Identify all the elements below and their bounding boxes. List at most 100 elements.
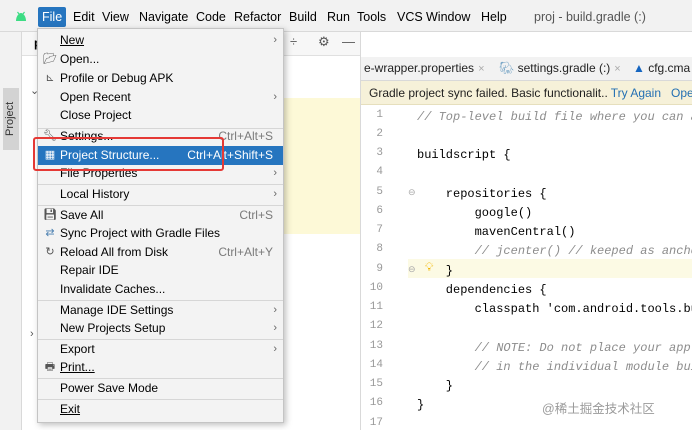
code-line: classpath 'com.android.tools.bu	[417, 302, 692, 316]
try-again-link[interactable]: Try Again	[611, 86, 661, 100]
menu-item-close-project[interactable]: Close Project	[38, 106, 283, 125]
folder-icon: 📂︎	[43, 53, 57, 65]
menu-item-new-projects-setup[interactable]: New Projects Setup ›	[38, 319, 283, 338]
line-number: 1	[376, 109, 383, 121]
cmake-triangle-icon: ▲	[633, 61, 649, 75]
code-line: }	[417, 379, 454, 393]
code-line: mavenCentral()	[417, 225, 576, 239]
tab-label: settings.gradle (:)	[517, 61, 611, 75]
code-line: }	[417, 398, 425, 412]
editor-area: e-wrapper.properties × 🐘︎ settings.gradle…	[360, 32, 692, 430]
tree-selection-area	[284, 98, 360, 234]
line-number: 6	[376, 205, 383, 217]
line-number: 16	[369, 397, 383, 409]
submenu-arrow-icon: ›	[273, 322, 277, 334]
line-number: 13	[369, 340, 383, 352]
menu-item-label: Open...	[60, 52, 100, 66]
minimize-icon[interactable]: —	[342, 34, 355, 49]
menu-item-power-save-mode[interactable]: Power Save Mode	[38, 379, 283, 398]
menu-item-label: Invalidate Caches...	[60, 282, 166, 296]
menu-help[interactable]: Help	[477, 9, 511, 25]
line-number: 11	[369, 301, 383, 313]
code-line: // NOTE: Do not place your appl	[417, 341, 692, 355]
gradle-elephant-icon: 🐘︎	[499, 61, 518, 75]
project-tool-tab-label: Project	[4, 101, 16, 137]
code-line: // Top-level build file where you can a	[417, 110, 692, 124]
menu-shortcut: Ctrl+S	[239, 208, 273, 222]
menu-item-sync-gradle[interactable]: ⇄ Sync Project with Gradle Files	[38, 224, 283, 243]
menu-item-export[interactable]: Export ›	[38, 340, 283, 359]
line-number: 2	[376, 128, 383, 140]
close-icon[interactable]: ×	[614, 63, 620, 75]
watermark: @稀土掘金技术社区	[542, 402, 655, 416]
line-number: 3	[376, 147, 383, 159]
open-link[interactable]: Open	[671, 86, 692, 100]
line-number: 14	[369, 359, 383, 371]
menu-item-exit[interactable]: Exit	[38, 400, 283, 419]
gradle-sync-icon: ⇄	[45, 227, 55, 239]
menu-tools[interactable]: Tools	[353, 9, 390, 25]
code-line: dependencies {	[417, 283, 547, 297]
menu-item-label: Sync Project with Gradle Files	[60, 226, 221, 240]
menu-item-label: Repair IDE	[60, 263, 119, 277]
menu-item-label: Local History	[60, 187, 130, 201]
menu-item-profile-debug-apk[interactable]: ⊾ Profile or Debug APK	[38, 69, 283, 88]
menu-item-print[interactable]: 🖶︎ Print...	[38, 358, 283, 377]
submenu-arrow-icon: ›	[273, 34, 277, 46]
menu-item-label: Print...	[60, 360, 95, 374]
gear-icon[interactable]: ⚙	[318, 34, 330, 50]
submenu-arrow-icon: ›	[273, 343, 277, 355]
menu-item-repair-ide[interactable]: Repair IDE	[38, 261, 283, 280]
close-icon[interactable]: ×	[478, 63, 484, 75]
menu-edit[interactable]: Edit	[69, 9, 99, 25]
menu-item-reload-all[interactable]: ↻ Reload All from Disk Ctrl+Alt+Y	[38, 243, 283, 262]
menu-item-invalidate-caches[interactable]: Invalidate Caches...	[38, 280, 283, 299]
tool-window-strip: Project	[0, 32, 22, 430]
line-number: 4	[376, 166, 383, 178]
line-number: 7	[376, 224, 383, 236]
code-line: buildscript {	[417, 148, 511, 162]
profile-icon: ⊾	[45, 72, 55, 84]
menu-view[interactable]: View	[98, 9, 133, 25]
submenu-arrow-icon: ›	[273, 304, 277, 316]
line-gutter: 1 2 3 4 5 6 7 8 9 10 11 12 13 14 15 16 1…	[361, 105, 407, 430]
menu-window[interactable]: Window	[422, 9, 474, 25]
tree-expand-icon[interactable]: ›	[30, 328, 34, 340]
menu-item-open[interactable]: 📂︎ Open...	[38, 50, 283, 69]
line-number: 15	[369, 378, 383, 390]
menu-shortcut: Ctrl+Alt+S	[218, 129, 273, 143]
fold-icon[interactable]: ⊖	[408, 187, 416, 198]
tab-settings-gradle[interactable]: 🐘︎ settings.gradle (:) ×	[499, 61, 621, 75]
menu-item-label: Reload All from Disk	[60, 245, 169, 259]
menu-item-save-all[interactable]: 💾︎ Save All Ctrl+S	[38, 206, 283, 225]
menu-shortcut: Ctrl+Alt+Y	[218, 245, 273, 259]
line-number: 9	[376, 263, 383, 275]
submenu-arrow-icon: ›	[273, 167, 277, 179]
menu-item-manage-ide-settings[interactable]: Manage IDE Settings ›	[38, 301, 283, 320]
window-title: proj - build.gradle (:)	[534, 10, 646, 24]
reload-icon: ↻	[45, 246, 55, 258]
submenu-arrow-icon: ›	[273, 188, 277, 200]
file-menu-dropdown: New › 📂︎ Open... ⊾ Profile or Debug APK Ope…	[37, 28, 284, 423]
menu-run[interactable]: Run	[323, 9, 354, 25]
menu-navigate[interactable]: Navigate	[135, 9, 192, 25]
menu-item-label: Save All	[60, 208, 104, 222]
notice-text: Gradle project sync failed. Basic functi…	[369, 86, 608, 100]
code-line: // jcenter() // keeped as ancho	[417, 244, 692, 258]
highlight-annotation-box	[33, 137, 224, 171]
fold-icon[interactable]: ⊖	[408, 264, 416, 275]
menu-item-local-history[interactable]: Local History ›	[38, 185, 283, 204]
menu-refactor[interactable]: Refactor	[230, 9, 285, 25]
menu-file[interactable]: File	[38, 7, 67, 27]
menu-item-label: Manage IDE Settings	[60, 303, 174, 317]
tab-cfg-cmake[interactable]: ▲ cfg.cma	[633, 61, 690, 75]
print-icon: 🖶︎	[44, 361, 56, 373]
tab-gradle-wrapper[interactable]: e-wrapper.properties ×	[364, 61, 485, 75]
save-icon: 💾︎	[43, 209, 57, 221]
menu-build[interactable]: Build	[285, 9, 321, 25]
menu-item-new[interactable]: New ›	[38, 31, 283, 50]
project-tool-tab[interactable]: Project	[3, 88, 19, 150]
menu-item-open-recent[interactable]: Open Recent ›	[38, 88, 283, 107]
menu-code[interactable]: Code	[192, 9, 230, 25]
collapse-all-icon[interactable]: ÷	[290, 34, 297, 49]
